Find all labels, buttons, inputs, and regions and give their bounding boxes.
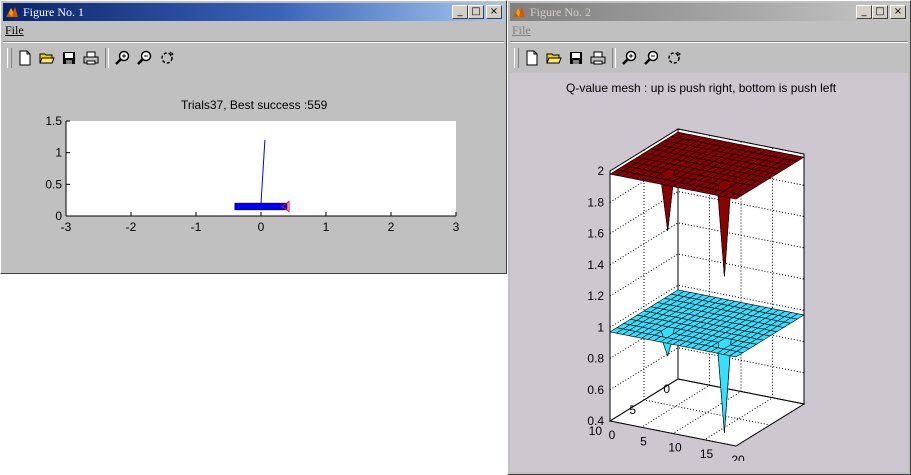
- maximize-button[interactable]: □: [872, 5, 888, 19]
- y-tick-label: 10: [589, 424, 603, 438]
- x-tick-label: -3: [61, 220, 72, 234]
- toolbar-grip[interactable]: [514, 48, 519, 68]
- x-tick-label: 5: [640, 434, 647, 448]
- menu-bar: File: [5, 23, 24, 41]
- save-icon: [570, 52, 582, 64]
- z-tick-label: 1.4: [587, 258, 604, 272]
- x-tick-label: 0: [609, 428, 616, 442]
- open-folder-icon: [546, 53, 562, 64]
- window-title: Figure No. 1: [23, 4, 84, 19]
- y-tick-label: 1: [55, 146, 62, 160]
- new-file-icon: [526, 50, 538, 66]
- minimize-button[interactable]: _: [856, 5, 872, 19]
- cart: [234, 202, 288, 211]
- x-tick-label: 0: [258, 220, 265, 234]
- print-button[interactable]: [80, 47, 102, 69]
- menu-bar: File: [512, 23, 531, 41]
- zoom-out-icon: [644, 50, 659, 65]
- z-tick-label: 0.6: [587, 383, 604, 397]
- window-title: Figure No. 2: [530, 4, 591, 19]
- x-tick-label: 20: [731, 453, 745, 461]
- x-tick-label: 2: [388, 220, 395, 234]
- new-file-button[interactable]: [14, 47, 36, 69]
- menu-file[interactable]: File: [512, 23, 531, 37]
- menu-divider: [3, 41, 504, 43]
- q-value-mesh-axes[interactable]: 0.40.60.811.21.41.61.820 5 10 15 200510: [532, 111, 904, 461]
- title-bar[interactable]: Figure No. 1 _ □ ×: [3, 3, 504, 21]
- z-tick-label: 0.8: [587, 352, 604, 366]
- rotate-icon: [161, 51, 174, 64]
- figure-window-1[interactable]: Figure No. 1 _ □ × File Trials37, Best s…: [0, 0, 507, 274]
- save-icon: [63, 52, 75, 64]
- figure-title: Q-value mesh : up is push right, bottom …: [566, 81, 837, 95]
- open-button[interactable]: [543, 47, 565, 69]
- save-button[interactable]: [565, 47, 587, 69]
- minimize-button[interactable]: _: [452, 5, 468, 19]
- zoom-in-button[interactable]: [619, 47, 641, 69]
- zoom-in-button[interactable]: [112, 47, 134, 69]
- toolbar-separator: [105, 48, 109, 68]
- open-folder-icon: [39, 53, 55, 64]
- x-tick-label: -1: [191, 220, 202, 234]
- zoom-out-button[interactable]: [641, 47, 663, 69]
- title-bar[interactable]: Figure No. 2 _ □ ×: [510, 3, 908, 21]
- print-icon: [83, 51, 99, 65]
- x-tick-label: -2: [126, 220, 137, 234]
- y-tick-label: 0: [55, 209, 62, 223]
- toolbar-grip[interactable]: [7, 48, 12, 68]
- y-tick-label: 0: [663, 382, 670, 396]
- y-tick-label: 0.5: [45, 177, 62, 191]
- figure-title: Trials37, Best success :559: [181, 98, 328, 112]
- maximize-button[interactable]: □: [468, 5, 484, 19]
- zoom-out-icon: [137, 50, 152, 65]
- cart-pole-axes[interactable]: -3 -2 -1 0 1 2 3 0 0.5 1 1.5: [41, 113, 481, 243]
- print-icon: [590, 51, 606, 65]
- z-tick-label: 2: [597, 164, 604, 178]
- menu-file[interactable]: File: [5, 23, 24, 37]
- z-tick-label: 1.6: [587, 227, 604, 241]
- new-file-icon: [19, 50, 31, 66]
- toolbar: [514, 45, 685, 71]
- zoom-in-icon: [115, 50, 130, 65]
- z-tick-label: 1.2: [587, 289, 604, 303]
- x-tick-label: 3: [453, 220, 460, 234]
- toolbar-separator: [612, 48, 616, 68]
- z-tick-label: 1.8: [587, 195, 604, 209]
- y-tick-label: 5: [629, 403, 636, 417]
- figure-window-2[interactable]: Figure No. 2 _ □ × File Q-value mesh: u…: [507, 0, 911, 475]
- close-button[interactable]: ×: [486, 5, 502, 19]
- print-button[interactable]: [587, 47, 609, 69]
- x-tick-label: 15: [700, 447, 714, 461]
- rotate-icon: [668, 51, 681, 64]
- x-tick-label: 10: [668, 441, 682, 455]
- matlab-icon: [6, 7, 18, 17]
- z-tick-label: 1: [597, 320, 604, 334]
- y-tick-label: 1.5: [45, 114, 62, 128]
- matlab-icon: [513, 7, 525, 17]
- zoom-in-icon: [622, 50, 637, 65]
- close-button[interactable]: ×: [890, 5, 906, 19]
- open-button[interactable]: [36, 47, 58, 69]
- save-button[interactable]: [58, 47, 80, 69]
- rotate-button[interactable]: [156, 47, 178, 69]
- menu-divider: [510, 41, 908, 43]
- new-file-button[interactable]: [521, 47, 543, 69]
- zoom-out-button[interactable]: [134, 47, 156, 69]
- rotate-button[interactable]: [663, 47, 685, 69]
- toolbar: [7, 45, 178, 71]
- x-tick-label: 1: [323, 220, 330, 234]
